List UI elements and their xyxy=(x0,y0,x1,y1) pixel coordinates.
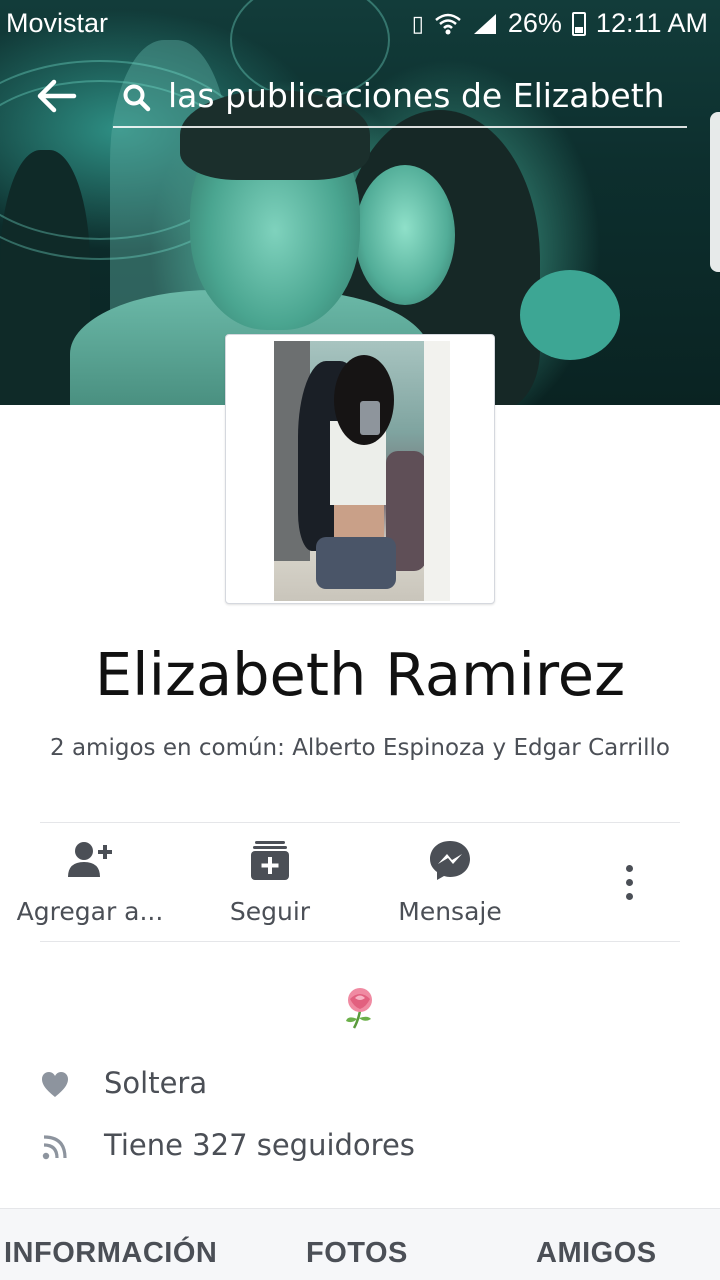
message-button[interactable]: Mensaje xyxy=(380,823,520,941)
messenger-icon xyxy=(430,841,470,880)
cover-person-right-face xyxy=(355,165,455,305)
add-friend-label: Agregar a... xyxy=(16,897,164,926)
message-label: Mensaje xyxy=(398,897,502,926)
cover-person-right-shoulder xyxy=(520,270,620,360)
search-query: las publicaciones de Elizabeth xyxy=(168,76,665,115)
add-friend-icon xyxy=(68,842,112,877)
search-icon xyxy=(123,84,151,112)
profile-tabs: INFORMACIÓN FOTOS AMIGOS xyxy=(0,1208,720,1280)
tab-photos[interactable]: FOTOS xyxy=(306,1237,408,1270)
more-options-icon[interactable] xyxy=(610,863,650,903)
photo-wall xyxy=(424,341,450,601)
cover-edge-tab xyxy=(710,112,720,272)
back-arrow-icon[interactable] xyxy=(34,76,78,116)
heart-icon xyxy=(42,1072,68,1097)
followers-icon xyxy=(42,1135,67,1160)
relationship-row: Soltera xyxy=(40,1062,680,1108)
add-friend-button[interactable]: Agregar a... xyxy=(10,823,170,941)
profile-actions: Agregar a... Seguir Mensaje xyxy=(0,823,720,941)
more-dot xyxy=(626,893,633,900)
battery-percent: 26% xyxy=(507,8,562,38)
more-dot xyxy=(626,865,633,872)
signal-icon xyxy=(473,13,496,34)
wifi-icon xyxy=(435,13,461,34)
battery-icon xyxy=(571,11,586,36)
photo-torso xyxy=(334,505,384,541)
followers-row[interactable]: Tiene 327 seguidores xyxy=(40,1124,680,1170)
photo-shorts xyxy=(316,537,396,589)
rose-icon xyxy=(346,988,372,1029)
tab-friends[interactable]: AMIGOS xyxy=(536,1237,657,1270)
follow-button[interactable]: Seguir xyxy=(200,823,340,941)
profile-name: Elizabeth Ramirez xyxy=(94,640,626,709)
tab-information[interactable]: INFORMACIÓN xyxy=(4,1237,217,1270)
follow-icon xyxy=(251,841,289,880)
carrier-label: Movistar xyxy=(6,8,109,38)
profile-picture[interactable] xyxy=(274,341,450,601)
photo-phone xyxy=(360,401,380,435)
status-icons: ▯ 26% 12:11 AM xyxy=(412,8,708,39)
sim-icon: ▯ xyxy=(411,10,424,36)
profile-picture-frame[interactable] xyxy=(225,334,495,604)
clock: 12:11 AM xyxy=(595,8,708,38)
actions-bottom-divider xyxy=(40,941,680,942)
more-dot xyxy=(626,879,633,886)
status-bar: Movistar ▯ 26% 12:11 AM xyxy=(0,0,720,50)
follow-label: Seguir xyxy=(229,897,311,926)
relationship-status: Soltera xyxy=(104,1066,208,1100)
search-header: las publicaciones de Elizabeth xyxy=(0,66,720,130)
mutual-friends[interactable]: 2 amigos en común: Alberto Espinoza y Ed… xyxy=(40,731,680,765)
followers-count: Tiene 327 seguidores xyxy=(104,1128,415,1162)
search-input[interactable]: las publicaciones de Elizabeth xyxy=(113,66,687,128)
